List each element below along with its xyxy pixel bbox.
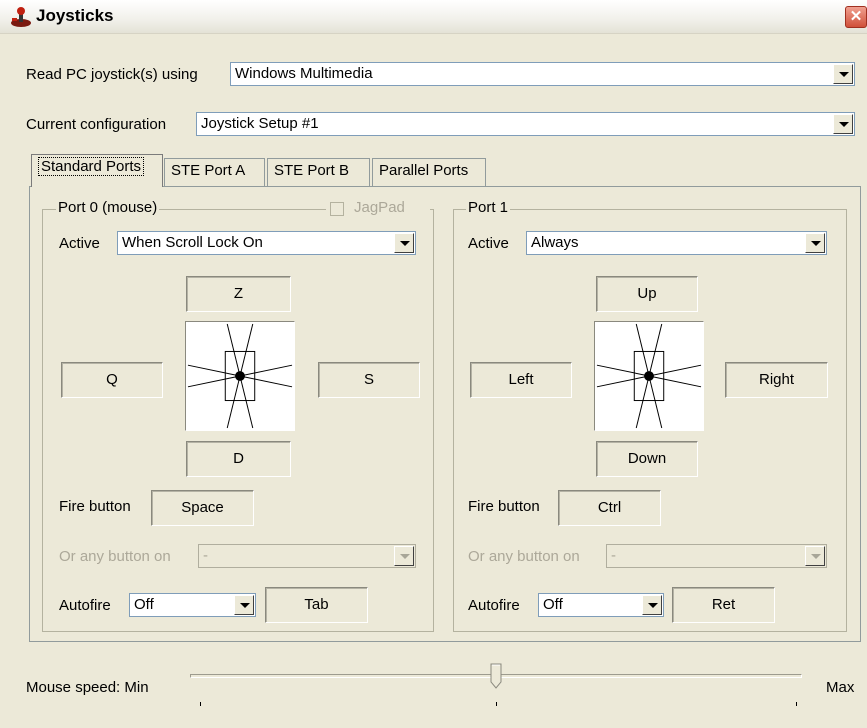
chevron-down-icon[interactable] <box>394 233 414 253</box>
read-using-select[interactable]: Windows Multimedia <box>230 62 855 86</box>
port0-autofire-select[interactable]: Off <box>129 593 256 617</box>
port1-any-button-label: Or any button on <box>468 548 580 565</box>
chevron-down-icon[interactable] <box>234 595 254 615</box>
read-using-value: Windows Multimedia <box>235 65 373 82</box>
port1-left-key[interactable]: Left <box>470 362 572 398</box>
port0-left-key[interactable]: Q <box>61 362 163 398</box>
slider-tick-max <box>796 702 797 706</box>
title-bar <box>0 0 867 34</box>
chevron-down-icon[interactable] <box>805 233 825 253</box>
port1-autofire-select[interactable]: Off <box>538 593 664 617</box>
port0-active-select[interactable]: When Scroll Lock On <box>117 231 416 255</box>
chevron-down-icon[interactable] <box>833 64 853 84</box>
port1-active-value: Always <box>531 234 579 251</box>
port1-right-key[interactable]: Right <box>725 362 828 398</box>
port0-up-key[interactable]: Z <box>186 276 291 312</box>
port0-any-button-select[interactable]: - <box>198 544 416 568</box>
slider-tick-mid <box>496 702 497 706</box>
port0-joystick-diagram <box>185 321 295 431</box>
chevron-down-icon[interactable] <box>833 114 853 134</box>
tab-label: STE Port B <box>274 162 350 179</box>
current-config-select[interactable]: Joystick Setup #1 <box>196 112 855 136</box>
port1-active-select[interactable]: Always <box>526 231 827 255</box>
tab-label: Parallel Ports <box>379 162 469 179</box>
tab-label: STE Port A <box>171 162 246 179</box>
mouse-speed-slider-thumb[interactable] <box>490 663 502 689</box>
port0-active-value: When Scroll Lock On <box>122 234 263 251</box>
chevron-down-icon[interactable] <box>394 546 414 566</box>
tab-standard-ports[interactable]: Standard Ports <box>31 154 163 187</box>
port1-any-button-select[interactable]: - <box>606 544 827 568</box>
port0-fire-key[interactable]: Space <box>151 490 254 526</box>
port1-fire-key[interactable]: Ctrl <box>558 490 661 526</box>
port0-autofire-value: Off <box>134 596 154 613</box>
slider-tick-min <box>200 702 201 706</box>
jagpad-checkbox[interactable] <box>330 202 344 216</box>
port1-autofire-value: Off <box>543 596 563 613</box>
tab-parallel-ports[interactable]: Parallel Ports <box>372 158 486 186</box>
port0-right-key[interactable]: S <box>318 362 420 398</box>
port1-autofire-key[interactable]: Ret <box>672 587 775 623</box>
port1-active-label: Active <box>468 235 509 252</box>
port0-any-button-label: Or any button on <box>59 548 171 565</box>
port0-fire-label: Fire button <box>59 498 131 515</box>
port1-up-key[interactable]: Up <box>596 276 698 312</box>
read-using-label: Read PC joystick(s) using <box>26 66 198 83</box>
port1-fire-label: Fire button <box>468 498 540 515</box>
port0-down-key[interactable]: D <box>186 441 291 477</box>
port0-title: Port 0 (mouse) <box>56 199 160 216</box>
jagpad-option[interactable]: JagPad <box>326 199 430 219</box>
mouse-speed-label: Mouse speed: Min <box>26 679 149 696</box>
tab-ste-port-b[interactable]: STE Port B <box>267 158 370 186</box>
window-title: Joysticks <box>36 6 114 25</box>
chevron-down-icon[interactable] <box>805 546 825 566</box>
port1-down-key[interactable]: Down <box>596 441 698 477</box>
mouse-speed-max-label: Max <box>826 679 855 696</box>
port1-joystick-diagram <box>594 321 704 431</box>
tab-label: Standard Ports <box>38 157 145 176</box>
chevron-down-icon[interactable] <box>642 595 662 615</box>
port0-autofire-key[interactable]: Tab <box>265 587 368 623</box>
port0-active-label: Active <box>59 235 100 252</box>
port1-title: Port 1 <box>466 199 511 216</box>
port0-any-button-value: - <box>203 547 208 564</box>
jagpad-label: JagPad <box>354 199 405 216</box>
current-config-value: Joystick Setup #1 <box>201 115 319 132</box>
current-config-label: Current configuration <box>26 116 167 133</box>
port1-any-button-value: - <box>611 547 616 564</box>
tab-ste-port-a[interactable]: STE Port A <box>164 158 265 186</box>
port0-autofire-label: Autofire <box>59 597 111 614</box>
port1-autofire-label: Autofire <box>468 597 520 614</box>
close-button[interactable]: ✕ <box>845 6 867 28</box>
joystick-icon <box>11 7 31 27</box>
